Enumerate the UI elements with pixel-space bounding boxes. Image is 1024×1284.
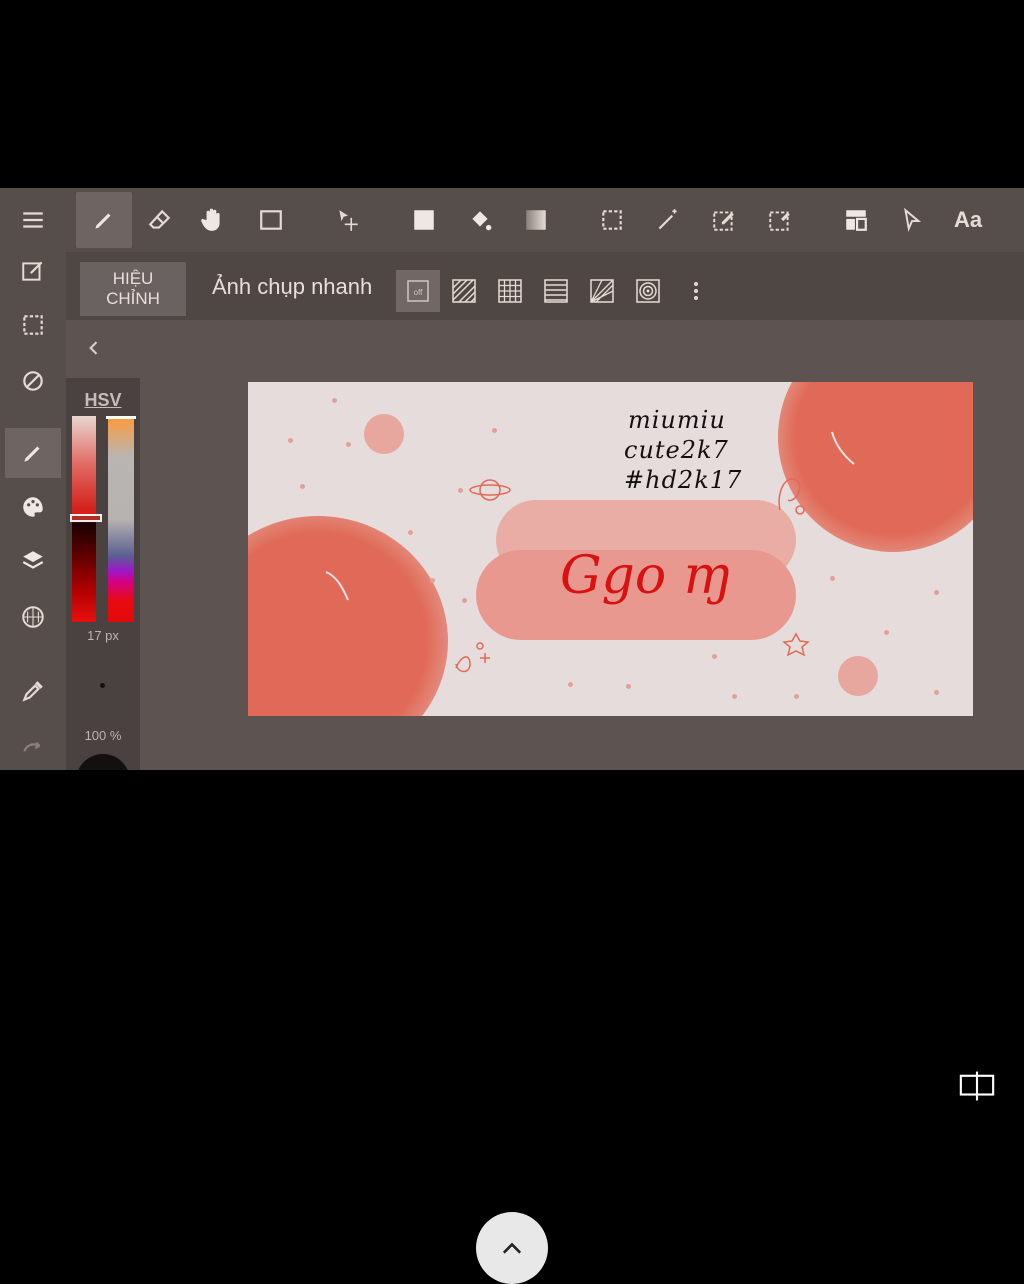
scroll-up-button[interactable] <box>476 1212 548 1284</box>
select-edit-icon[interactable] <box>696 192 752 248</box>
eraser-icon[interactable] <box>132 192 188 248</box>
star-dot <box>492 428 497 433</box>
layers-icon[interactable] <box>5 536 61 586</box>
star-doodle-icon <box>782 632 810 656</box>
snapshot-label[interactable]: Ảnh chụp nhanh <box>212 274 372 300</box>
handwriting-line-3: #hd2k17 <box>624 466 743 494</box>
star-dot <box>288 438 293 443</box>
star-dot <box>462 598 467 603</box>
handwriting-line-2: cute2k7 <box>624 436 729 464</box>
palette-icon[interactable] <box>5 482 61 532</box>
pointer-icon[interactable] <box>884 192 940 248</box>
select-pen-icon[interactable] <box>752 192 808 248</box>
star-dot <box>300 484 305 489</box>
magic-wand-icon[interactable] <box>640 192 696 248</box>
collapse-panel-icon[interactable] <box>80 334 108 362</box>
drawing-canvas[interactable]: miumiu cute2k7 #hd2k17 Ggo ɱ <box>248 382 973 716</box>
canvas-title-text: Ggo ɱ <box>560 546 732 606</box>
planet-shine-right <box>831 431 855 465</box>
planet-doodle-icon <box>469 479 511 501</box>
menu-icon[interactable] <box>5 192 61 248</box>
saturation-handle[interactable] <box>70 514 102 522</box>
main-toolbar: Aa <box>0 188 1024 252</box>
brush-opacity-label: 100 % <box>84 728 122 743</box>
fill-square-icon[interactable] <box>396 192 452 248</box>
text-tool-label: Aa <box>953 207 983 232</box>
swirl-doodle-icon <box>778 478 805 515</box>
star-dot <box>794 694 799 699</box>
chevron-up-icon <box>502 1242 522 1254</box>
snap-concentric-icon[interactable] <box>626 270 670 312</box>
brush-size-preview <box>100 683 105 688</box>
snap-diagonal-icon[interactable] <box>442 270 486 312</box>
split-screen-icon[interactable] <box>954 1066 1000 1106</box>
star-dot <box>408 530 413 535</box>
adjust-button[interactable]: HIỆU CHỈNH <box>80 262 186 316</box>
bucket-icon[interactable] <box>452 192 508 248</box>
hand-icon[interactable] <box>184 192 240 248</box>
selection-icon[interactable] <box>5 300 61 350</box>
gradient-icon[interactable] <box>508 192 564 248</box>
snap-off-button[interactable]: off <box>396 270 440 312</box>
select-rect-icon[interactable] <box>584 192 640 248</box>
star-dot <box>712 654 717 659</box>
star-dot <box>568 682 573 687</box>
small-planet <box>364 414 404 454</box>
star-dot <box>934 590 939 595</box>
small-planet-2 <box>838 656 878 696</box>
rotate-icon[interactable] <box>5 356 61 406</box>
more-options-icon[interactable] <box>674 270 718 312</box>
big-planet-right <box>778 382 973 552</box>
grid-circle-icon[interactable] <box>5 592 61 642</box>
snap-horizontal-icon[interactable] <box>534 270 578 312</box>
layout-icon[interactable] <box>828 192 884 248</box>
color-panel: HSV 17 px 100 % <box>66 378 140 770</box>
redo-icon[interactable] <box>5 722 61 770</box>
star-dot <box>346 442 351 447</box>
star-dot <box>458 488 463 493</box>
current-color-swatch[interactable] <box>76 754 130 770</box>
sub-toolbar: HIỆU CHỈNH Ảnh chụp nhanh off <box>66 252 1024 320</box>
sparkle-doodle-icon <box>455 642 490 673</box>
hue-handle[interactable] <box>106 416 136 419</box>
star-dot <box>626 684 631 689</box>
snap-perspective-icon[interactable] <box>580 270 624 312</box>
planet-shine-left <box>325 571 349 601</box>
star-dot <box>934 690 939 695</box>
star-dot <box>830 576 835 581</box>
brush-size-label: 17 px <box>87 628 119 643</box>
star-dot <box>430 578 435 583</box>
snap-off-label: off <box>414 288 424 297</box>
star-dot <box>332 398 337 403</box>
star-dot <box>732 694 737 699</box>
hue-slider[interactable] <box>108 416 134 622</box>
star-dot <box>884 630 889 635</box>
color-mode-label[interactable]: HSV <box>66 390 140 411</box>
pen-tool-icon[interactable] <box>76 192 132 248</box>
big-planet-left <box>248 516 448 716</box>
drawing-app: Aa HIỆU CHỈNH Ảnh chụp nhanh off HSV 17 … <box>0 188 1024 770</box>
snap-grid-icon[interactable] <box>488 270 532 312</box>
left-sidebar <box>0 252 66 770</box>
text-tool-button[interactable]: Aa <box>940 192 996 248</box>
eyedropper-icon[interactable] <box>5 666 61 716</box>
edit-canvas-icon[interactable] <box>5 246 61 296</box>
move-icon[interactable] <box>320 192 376 248</box>
handwriting-line-1: miumiu <box>628 406 726 434</box>
brush-panel-icon[interactable] <box>5 428 61 478</box>
rectangle-icon[interactable] <box>243 192 299 248</box>
